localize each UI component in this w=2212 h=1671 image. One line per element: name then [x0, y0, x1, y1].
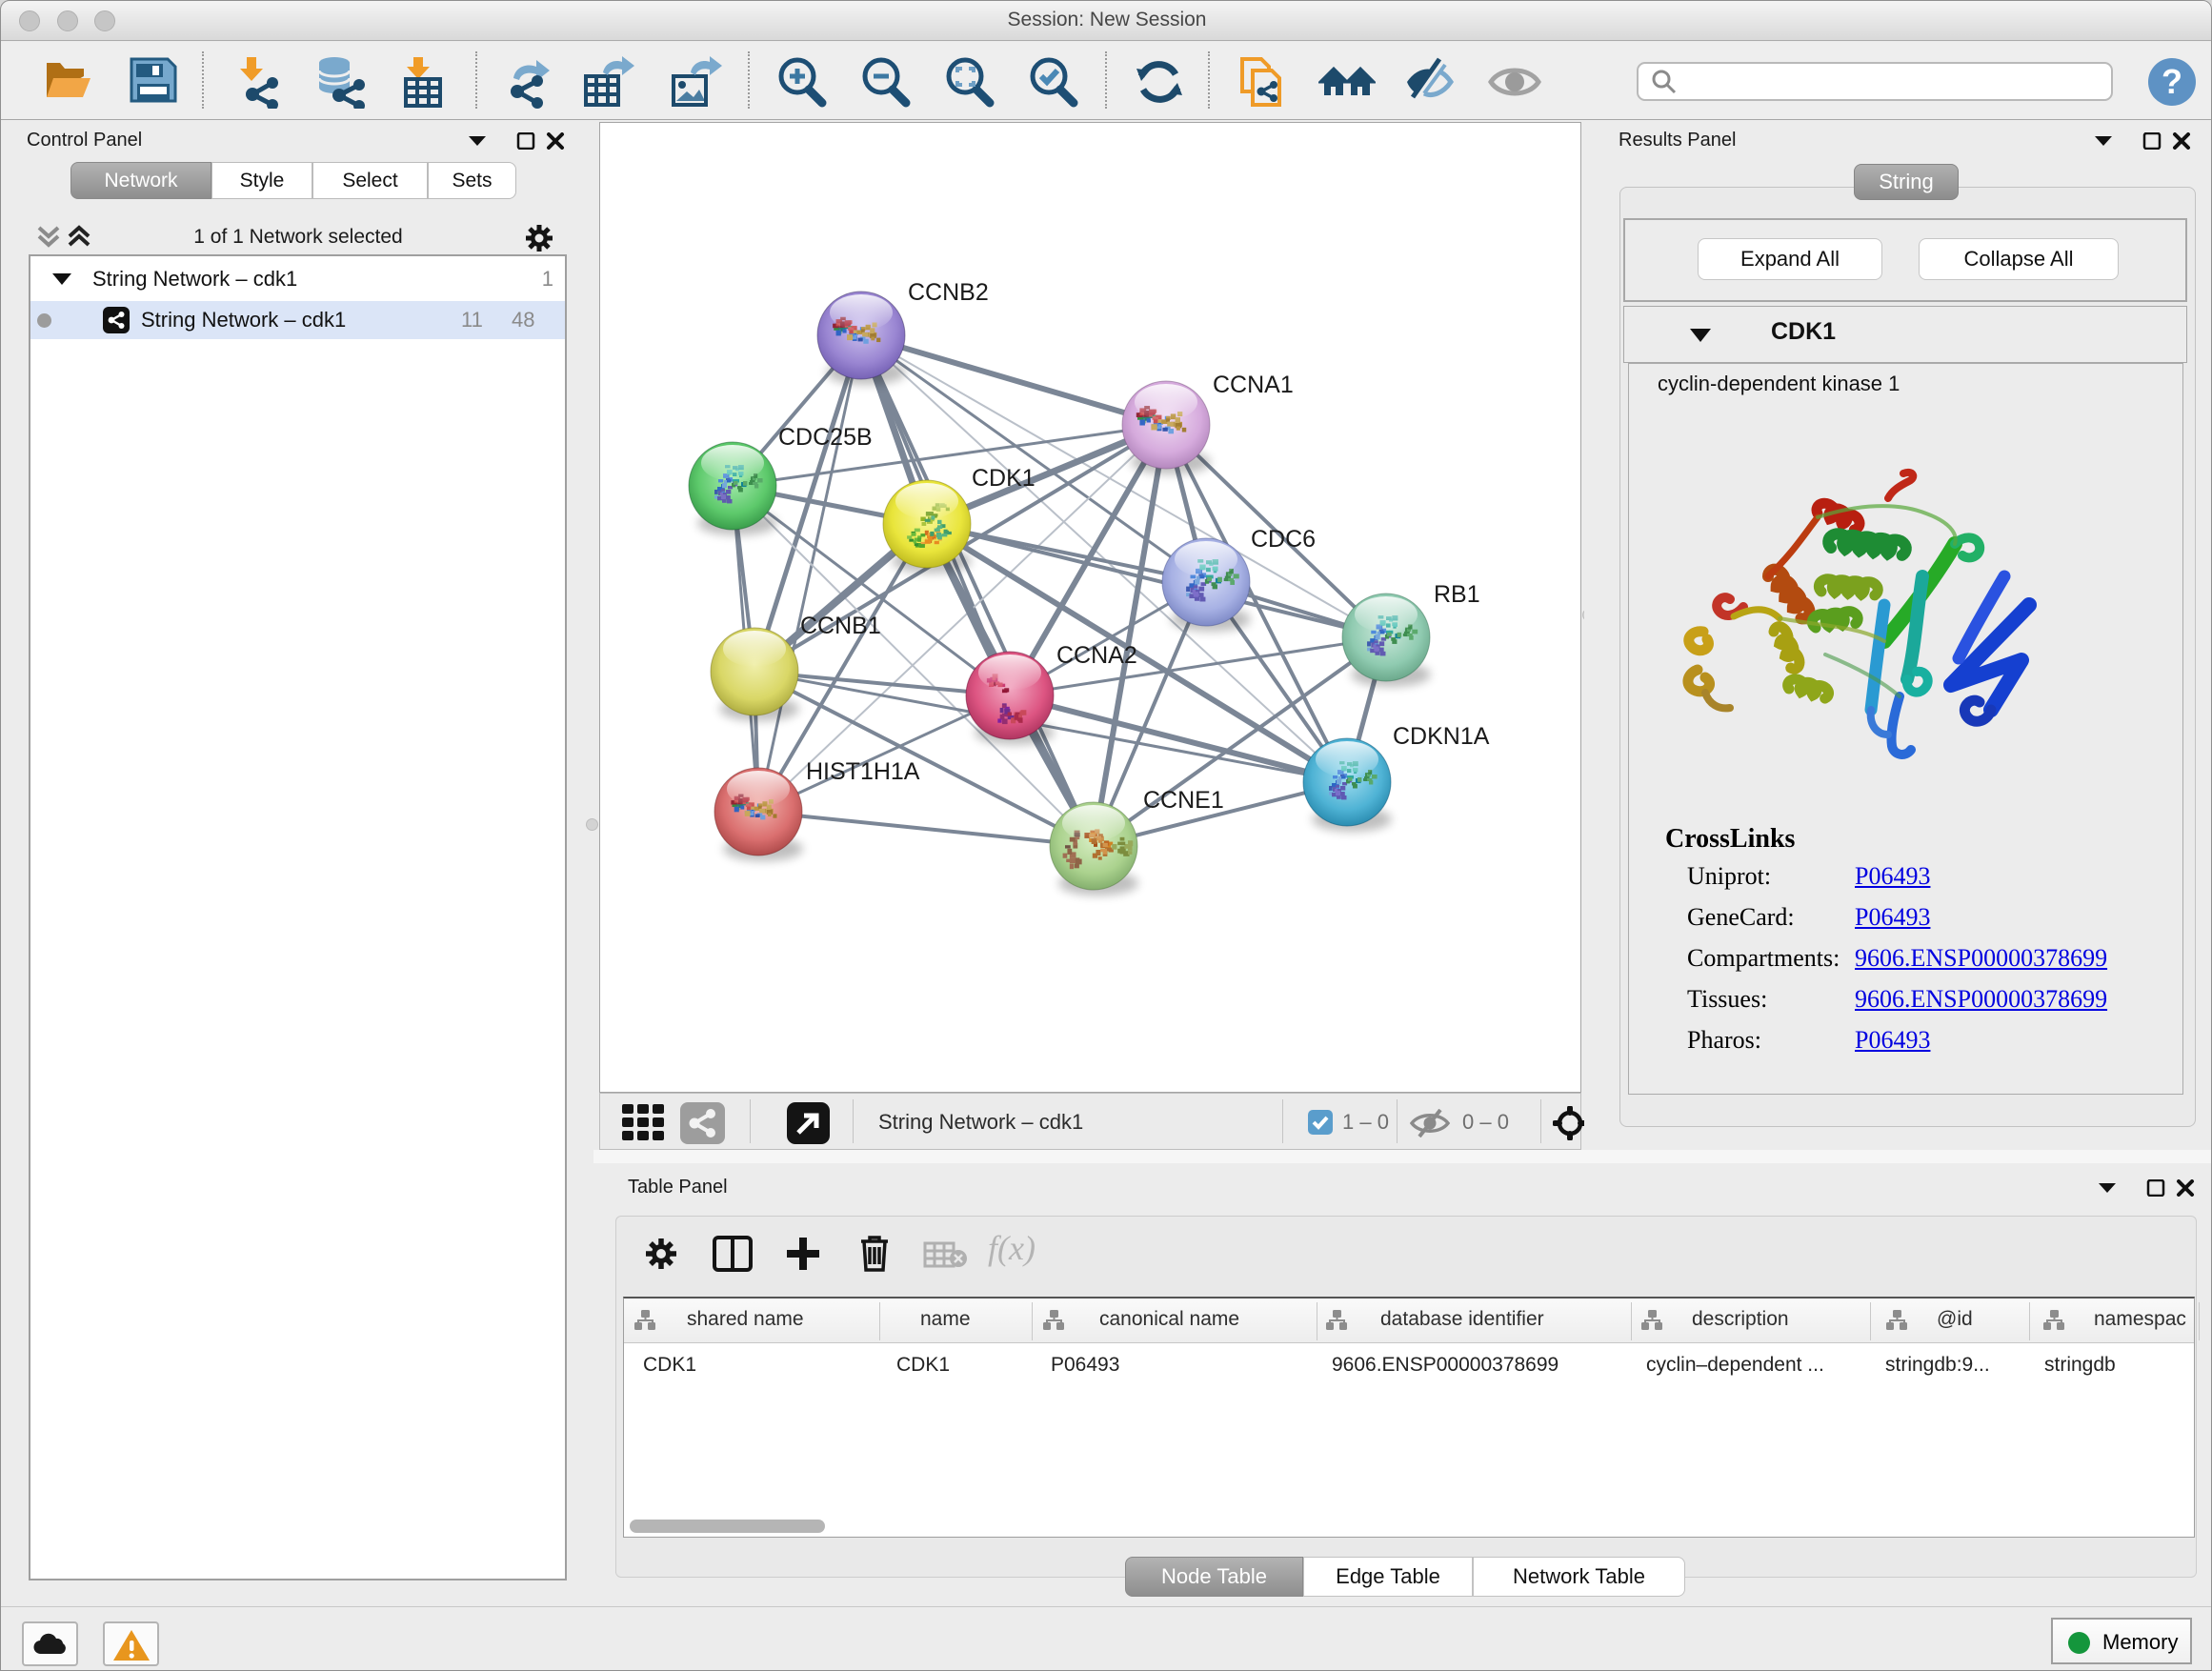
svg-text:RB1: RB1	[1434, 581, 1480, 608]
svg-text:CCNB1: CCNB1	[800, 613, 881, 639]
svg-text:CCNA1: CCNA1	[1213, 372, 1294, 398]
svg-text:CCNE1: CCNE1	[1143, 787, 1224, 814]
svg-text:CDC6: CDC6	[1251, 526, 1316, 553]
svg-text:HIST1H1A: HIST1H1A	[806, 758, 920, 785]
svg-text:CDKN1A: CDKN1A	[1393, 723, 1490, 750]
svg-text:?: ?	[2162, 62, 2182, 101]
svg-text:CDC25B: CDC25B	[778, 424, 873, 451]
svg-text:CDK1: CDK1	[972, 465, 1036, 492]
svg-text:CCNB2: CCNB2	[908, 279, 989, 306]
svg-text:CCNA2: CCNA2	[1056, 642, 1137, 669]
